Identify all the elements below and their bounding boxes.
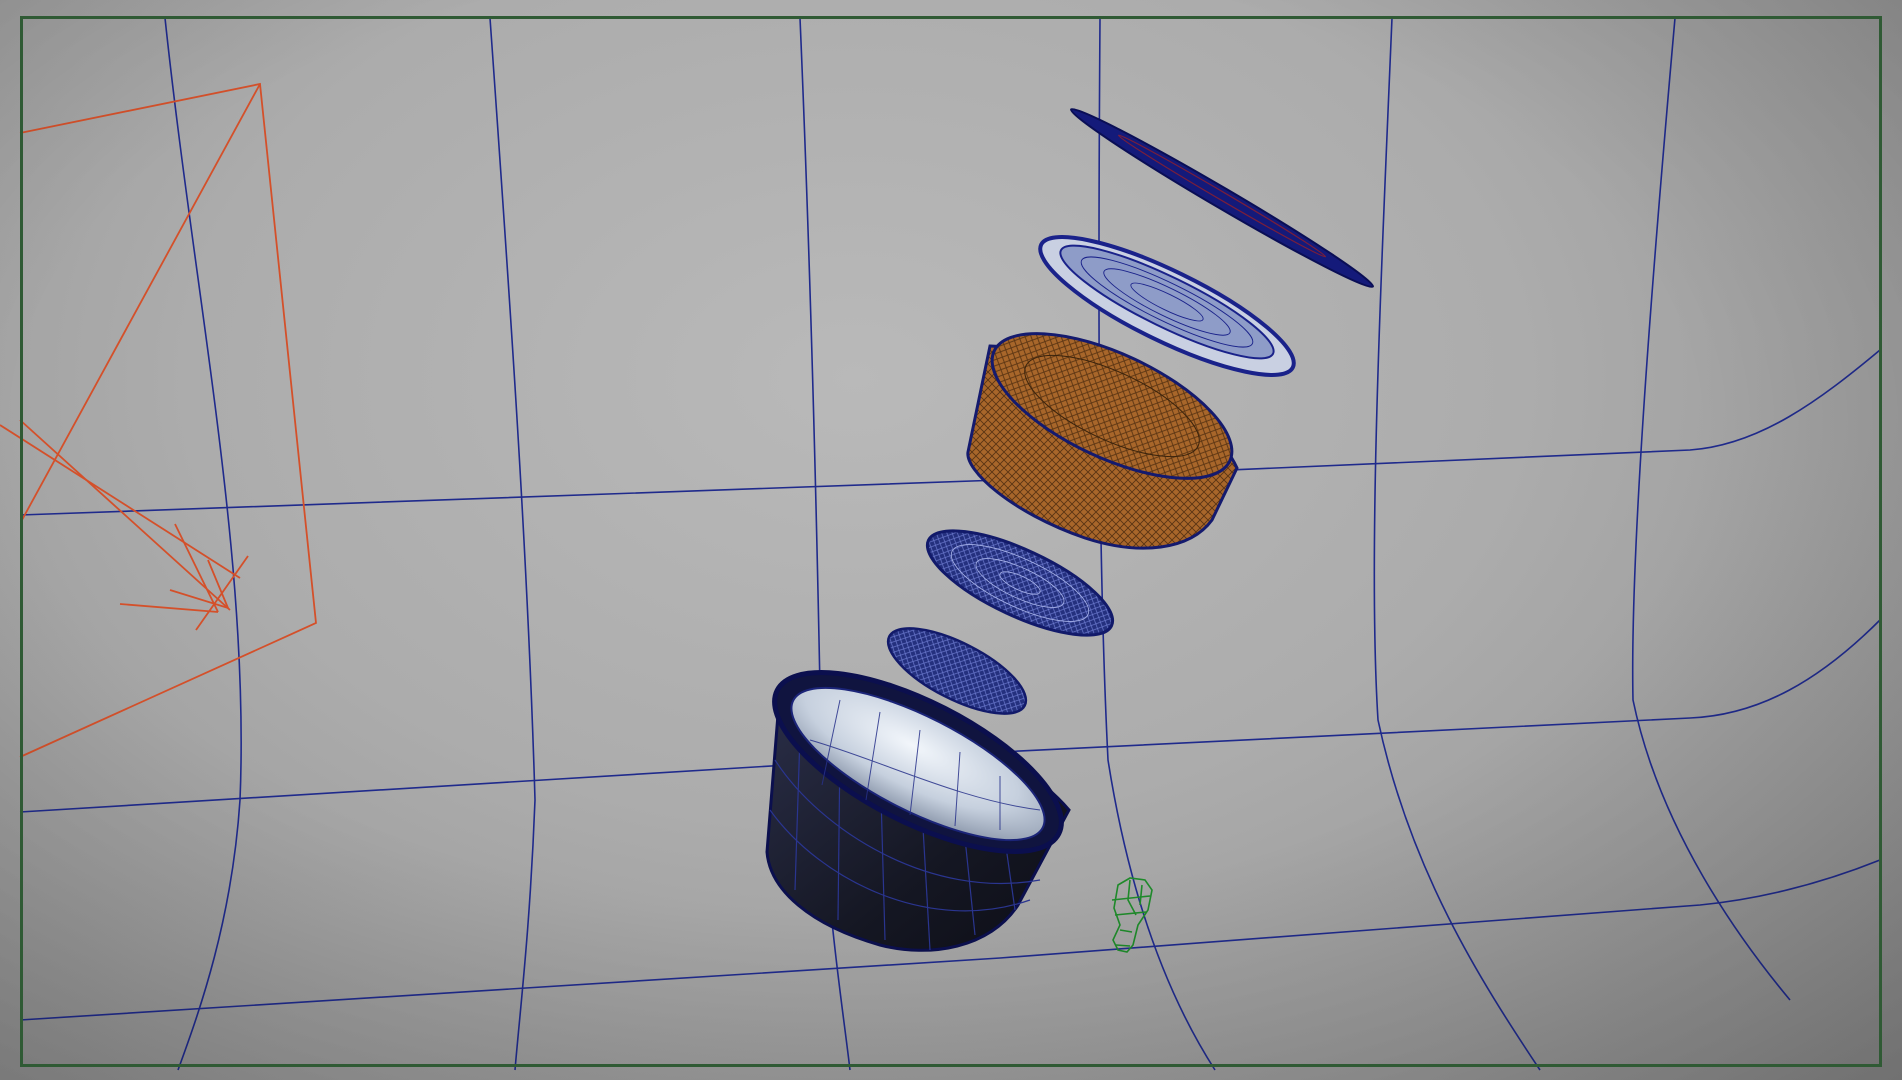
capsule-cup[interactable]	[750, 637, 1086, 952]
figure-locator-icon[interactable]	[1111, 877, 1153, 953]
directional-light-icon[interactable]	[0, 82, 317, 758]
3d-viewport[interactable]	[0, 0, 1902, 1080]
scene-canvas[interactable]	[0, 0, 1902, 1080]
